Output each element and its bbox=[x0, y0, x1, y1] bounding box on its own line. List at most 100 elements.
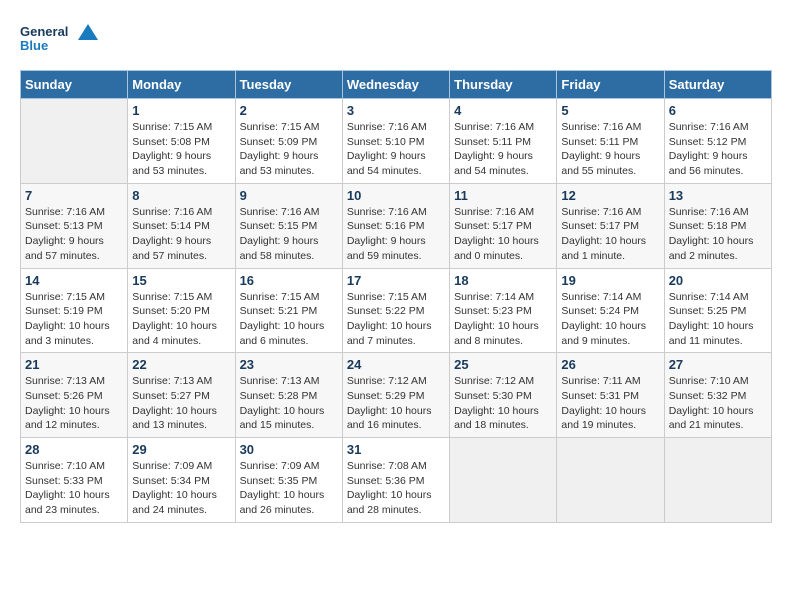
day-number: 10 bbox=[347, 188, 445, 203]
day-number: 2 bbox=[240, 103, 338, 118]
day-number: 13 bbox=[669, 188, 767, 203]
day-info: Sunrise: 7:16 AMSunset: 5:13 PMDaylight:… bbox=[25, 205, 123, 264]
column-header-sunday: Sunday bbox=[21, 71, 128, 99]
logo-svg: General Blue bbox=[20, 20, 100, 60]
day-number: 5 bbox=[561, 103, 659, 118]
day-info: Sunrise: 7:10 AMSunset: 5:33 PMDaylight:… bbox=[25, 459, 123, 518]
calendar-cell: 17 Sunrise: 7:15 AMSunset: 5:22 PMDayligh… bbox=[342, 268, 449, 353]
column-header-thursday: Thursday bbox=[450, 71, 557, 99]
day-number: 28 bbox=[25, 442, 123, 457]
calendar-cell: 7 Sunrise: 7:16 AMSunset: 5:13 PMDaylight… bbox=[21, 183, 128, 268]
day-number: 11 bbox=[454, 188, 552, 203]
day-number: 26 bbox=[561, 357, 659, 372]
day-info: Sunrise: 7:15 AMSunset: 5:22 PMDaylight:… bbox=[347, 290, 445, 349]
day-info: Sunrise: 7:16 AMSunset: 5:15 PMDaylight:… bbox=[240, 205, 338, 264]
day-number: 18 bbox=[454, 273, 552, 288]
column-header-tuesday: Tuesday bbox=[235, 71, 342, 99]
calendar-cell: 3 Sunrise: 7:16 AMSunset: 5:10 PMDaylight… bbox=[342, 99, 449, 184]
calendar-week-5: 28 Sunrise: 7:10 AMSunset: 5:33 PMDayligh… bbox=[21, 438, 772, 523]
day-info: Sunrise: 7:15 AMSunset: 5:09 PMDaylight:… bbox=[240, 120, 338, 179]
calendar-cell: 1Sunrise: 7:15 AMSunset: 5:08 PMDaylight… bbox=[128, 99, 235, 184]
calendar-cell bbox=[21, 99, 128, 184]
calendar-cell: 4Sunrise: 7:16 AMSunset: 5:11 PMDaylight… bbox=[450, 99, 557, 184]
calendar-cell: 21 Sunrise: 7:13 AMSunset: 5:26 PMDayligh… bbox=[21, 353, 128, 438]
calendar-cell: 9 Sunrise: 7:16 AMSunset: 5:15 PMDaylight… bbox=[235, 183, 342, 268]
day-number: 21 bbox=[25, 357, 123, 372]
column-header-friday: Friday bbox=[557, 71, 664, 99]
day-number: 17 bbox=[347, 273, 445, 288]
calendar-cell bbox=[557, 438, 664, 523]
day-number: 4 bbox=[454, 103, 552, 118]
day-number: 9 bbox=[240, 188, 338, 203]
day-info: Sunrise: 7:12 AMSunset: 5:29 PMDaylight:… bbox=[347, 374, 445, 433]
day-number: 30 bbox=[240, 442, 338, 457]
day-number: 14 bbox=[25, 273, 123, 288]
day-info: Sunrise: 7:15 AMSunset: 5:19 PMDaylight:… bbox=[25, 290, 123, 349]
day-number: 23 bbox=[240, 357, 338, 372]
calendar-table: SundayMondayTuesdayWednesdayThursdayFrid… bbox=[20, 70, 772, 523]
logo: General Blue bbox=[20, 20, 100, 60]
calendar-cell: 25Sunrise: 7:12 AMSunset: 5:30 PMDayligh… bbox=[450, 353, 557, 438]
day-number: 3 bbox=[347, 103, 445, 118]
day-info: Sunrise: 7:16 AMSunset: 5:17 PMDaylight:… bbox=[561, 205, 659, 264]
day-info: Sunrise: 7:15 AMSunset: 5:21 PMDaylight:… bbox=[240, 290, 338, 349]
day-number: 22 bbox=[132, 357, 230, 372]
calendar-cell: 13 Sunrise: 7:16 AMSunset: 5:18 PMDayligh… bbox=[664, 183, 771, 268]
calendar-cell: 24 Sunrise: 7:12 AMSunset: 5:29 PMDayligh… bbox=[342, 353, 449, 438]
day-number: 29 bbox=[132, 442, 230, 457]
day-info: Sunrise: 7:14 AMSunset: 5:23 PMDaylight:… bbox=[454, 290, 552, 349]
calendar-cell bbox=[450, 438, 557, 523]
calendar-week-2: 7 Sunrise: 7:16 AMSunset: 5:13 PMDaylight… bbox=[21, 183, 772, 268]
calendar-cell: 18 Sunrise: 7:14 AMSunset: 5:23 PMDayligh… bbox=[450, 268, 557, 353]
day-info: Sunrise: 7:14 AMSunset: 5:24 PMDaylight:… bbox=[561, 290, 659, 349]
day-number: 31 bbox=[347, 442, 445, 457]
day-info: Sunrise: 7:09 AMSunset: 5:35 PMDaylight:… bbox=[240, 459, 338, 518]
day-info: Sunrise: 7:16 AMSunset: 5:18 PMDaylight:… bbox=[669, 205, 767, 264]
calendar-cell: 14 Sunrise: 7:15 AMSunset: 5:19 PMDayligh… bbox=[21, 268, 128, 353]
day-number: 27 bbox=[669, 357, 767, 372]
calendar-cell bbox=[664, 438, 771, 523]
day-info: Sunrise: 7:08 AMSunset: 5:36 PMDaylight:… bbox=[347, 459, 445, 518]
calendar-cell: 2 Sunrise: 7:15 AMSunset: 5:09 PMDaylight… bbox=[235, 99, 342, 184]
column-header-saturday: Saturday bbox=[664, 71, 771, 99]
day-number: 6 bbox=[669, 103, 767, 118]
calendar-cell: 19 Sunrise: 7:14 AMSunset: 5:24 PMDayligh… bbox=[557, 268, 664, 353]
day-number: 19 bbox=[561, 273, 659, 288]
day-info: Sunrise: 7:10 AMSunset: 5:32 PMDaylight:… bbox=[669, 374, 767, 433]
calendar-cell: 29 Sunrise: 7:09 AMSunset: 5:34 PMDayligh… bbox=[128, 438, 235, 523]
day-info: Sunrise: 7:09 AMSunset: 5:34 PMDaylight:… bbox=[132, 459, 230, 518]
calendar-cell: 8Sunrise: 7:16 AMSunset: 5:14 PMDaylight… bbox=[128, 183, 235, 268]
calendar-week-1: 1Sunrise: 7:15 AMSunset: 5:08 PMDaylight… bbox=[21, 99, 772, 184]
header-row: SundayMondayTuesdayWednesdayThursdayFrid… bbox=[21, 71, 772, 99]
calendar-cell: 6 Sunrise: 7:16 AMSunset: 5:12 PMDaylight… bbox=[664, 99, 771, 184]
day-info: Sunrise: 7:15 AMSunset: 5:08 PMDaylight:… bbox=[132, 120, 230, 179]
day-info: Sunrise: 7:16 AMSunset: 5:16 PMDaylight:… bbox=[347, 205, 445, 264]
column-header-monday: Monday bbox=[128, 71, 235, 99]
calendar-cell: 20 Sunrise: 7:14 AMSunset: 5:25 PMDayligh… bbox=[664, 268, 771, 353]
day-info: Sunrise: 7:13 AMSunset: 5:28 PMDaylight:… bbox=[240, 374, 338, 433]
day-info: Sunrise: 7:14 AMSunset: 5:25 PMDaylight:… bbox=[669, 290, 767, 349]
day-number: 20 bbox=[669, 273, 767, 288]
calendar-cell: 23 Sunrise: 7:13 AMSunset: 5:28 PMDayligh… bbox=[235, 353, 342, 438]
day-number: 15 bbox=[132, 273, 230, 288]
day-info: Sunrise: 7:16 AMSunset: 5:17 PMDaylight:… bbox=[454, 205, 552, 264]
column-header-wednesday: Wednesday bbox=[342, 71, 449, 99]
calendar-cell: 28 Sunrise: 7:10 AMSunset: 5:33 PMDayligh… bbox=[21, 438, 128, 523]
calendar-cell: 5 Sunrise: 7:16 AMSunset: 5:11 PMDaylight… bbox=[557, 99, 664, 184]
calendar-cell: 27 Sunrise: 7:10 AMSunset: 5:32 PMDayligh… bbox=[664, 353, 771, 438]
day-info: Sunrise: 7:16 AMSunset: 5:10 PMDaylight:… bbox=[347, 120, 445, 179]
day-info: Sunrise: 7:11 AMSunset: 5:31 PMDaylight:… bbox=[561, 374, 659, 433]
day-info: Sunrise: 7:13 AMSunset: 5:26 PMDaylight:… bbox=[25, 374, 123, 433]
calendar-cell: 15Sunrise: 7:15 AMSunset: 5:20 PMDayligh… bbox=[128, 268, 235, 353]
day-number: 24 bbox=[347, 357, 445, 372]
day-info: Sunrise: 7:16 AMSunset: 5:14 PMDaylight:… bbox=[132, 205, 230, 264]
day-info: Sunrise: 7:16 AMSunset: 5:12 PMDaylight:… bbox=[669, 120, 767, 179]
calendar-cell: 22Sunrise: 7:13 AMSunset: 5:27 PMDayligh… bbox=[128, 353, 235, 438]
day-number: 12 bbox=[561, 188, 659, 203]
page-header: General Blue bbox=[20, 20, 772, 60]
day-info: Sunrise: 7:16 AMSunset: 5:11 PMDaylight:… bbox=[561, 120, 659, 179]
calendar-cell: 12 Sunrise: 7:16 AMSunset: 5:17 PMDayligh… bbox=[557, 183, 664, 268]
svg-text:General: General bbox=[20, 24, 68, 39]
calendar-cell: 11 Sunrise: 7:16 AMSunset: 5:17 PMDayligh… bbox=[450, 183, 557, 268]
day-number: 7 bbox=[25, 188, 123, 203]
